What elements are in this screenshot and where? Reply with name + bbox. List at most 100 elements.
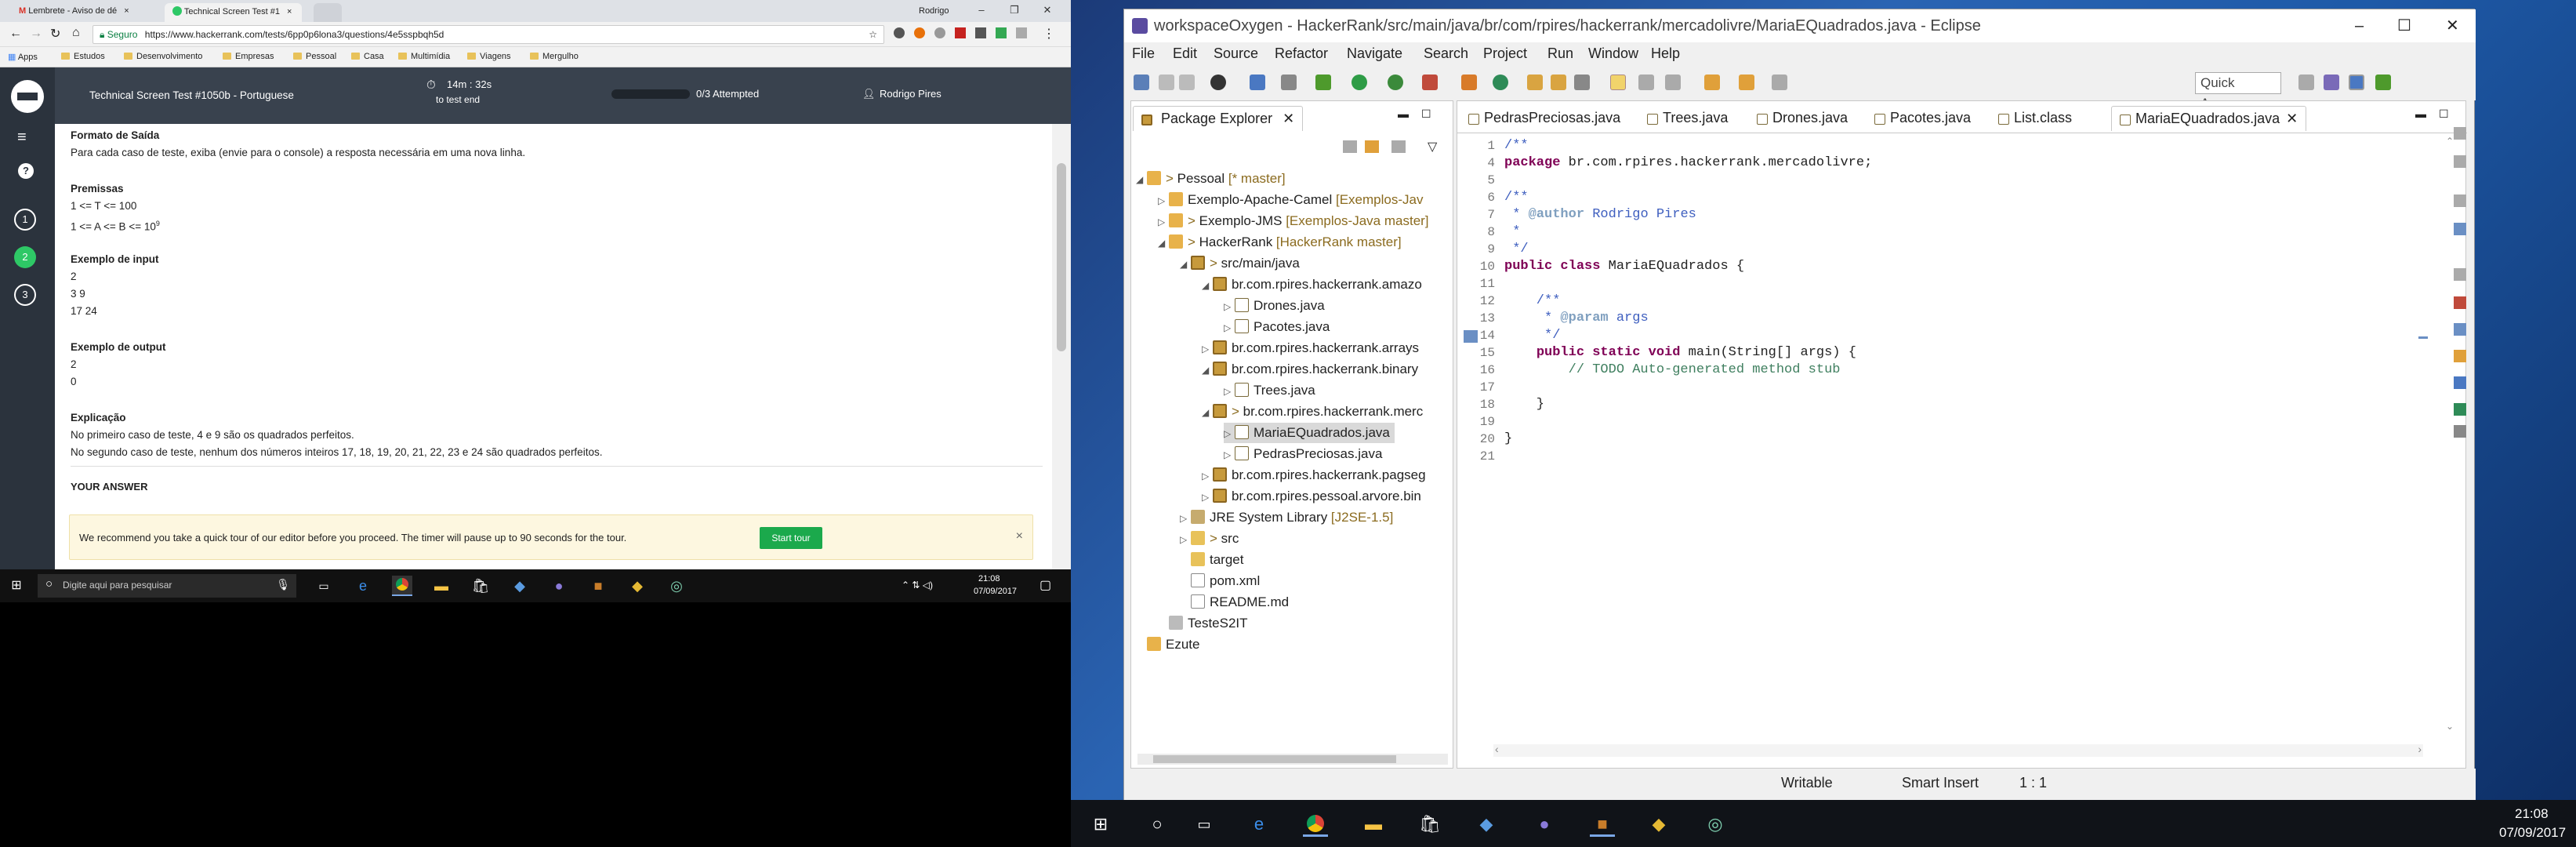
menu-edit[interactable]: Edit: [1173, 45, 1197, 62]
extension-icon[interactable]: [1016, 27, 1027, 38]
close-icon[interactable]: ✕: [2286, 111, 2298, 126]
tree-item[interactable]: ◢ > src/main/java: [1180, 253, 1300, 274]
edge-icon[interactable]: e: [353, 576, 373, 596]
user-name[interactable]: Rodrigo Pires: [880, 88, 942, 100]
question-3-button[interactable]: 3: [14, 284, 36, 306]
task-view-icon[interactable]: ▭: [314, 576, 334, 596]
new-package-icon[interactable]: [1493, 75, 1508, 90]
tree-item[interactable]: ◢ > HackerRank [HackerRank master]: [1158, 232, 1402, 253]
tree-item[interactable]: ◢ br.com.rpires.hackerrank.amazo: [1202, 274, 1422, 295]
tree-item[interactable]: TesteS2IT: [1169, 613, 1248, 634]
scroll-thumb[interactable]: [1057, 163, 1066, 351]
app-icon[interactable]: ◎: [1703, 812, 1728, 837]
editor-tab[interactable]: Drones.java: [1749, 106, 1856, 131]
debug-icon[interactable]: [1315, 75, 1331, 90]
tree-item[interactable]: ▷ br.com.rpires.hackerrank.pagseg: [1202, 465, 1426, 485]
tree-item[interactable]: ▷ Exemplo-Apache-Camel [Exemplos-Jav: [1158, 190, 1423, 210]
tab-technical-screen[interactable]: Technical Screen Test #1 ×: [165, 3, 302, 22]
page-scrollbar[interactable]: [1052, 124, 1071, 573]
store-icon[interactable]: 🛍︎: [470, 576, 491, 596]
tree-item[interactable]: Ezute: [1147, 634, 1199, 655]
save-all-icon[interactable]: [1179, 75, 1195, 90]
app-icon[interactable]: ◆: [1646, 812, 1671, 837]
file-explorer-icon[interactable]: ▬: [431, 576, 452, 596]
editor-tab[interactable]: List.class: [1990, 106, 2080, 131]
tree-item[interactable]: ▷ Pacotes.java: [1224, 317, 1330, 337]
view-icon[interactable]: [2454, 155, 2466, 168]
progress-icon[interactable]: [2454, 403, 2466, 416]
task-view-icon[interactable]: ▭: [1192, 812, 1217, 837]
perspective-icon[interactable]: [2324, 75, 2339, 90]
tree-item[interactable]: ▷ JRE System Library [J2SE-1.5]: [1180, 507, 1393, 528]
mark-occurrences-icon[interactable]: [1610, 75, 1626, 90]
close-icon[interactable]: ×: [1016, 528, 1023, 545]
tree-item[interactable]: ▷ PedrasPreciosas.java: [1224, 444, 1382, 464]
code-line[interactable]: }: [1504, 396, 1544, 413]
expanded-icon[interactable]: ◢: [1180, 254, 1191, 274]
scroll-thumb[interactable]: [1153, 755, 1396, 763]
app-icon[interactable]: ◆: [1474, 812, 1499, 837]
windows-start-icon[interactable]: ⊞: [6, 576, 27, 596]
menu-help[interactable]: Help: [1651, 45, 1680, 62]
collapsed-icon[interactable]: ▷: [1224, 424, 1235, 444]
scroll-left-icon[interactable]: ‹: [1495, 743, 1499, 755]
star-icon[interactable]: ☆: [869, 26, 877, 43]
code-line[interactable]: /**: [1504, 189, 1529, 206]
focus-icon[interactable]: [1391, 140, 1406, 153]
profile-name[interactable]: Rodrigo: [919, 6, 949, 16]
tree-item[interactable]: ▷ br.com.rpires.pessoal.arvore.bin: [1202, 486, 1421, 507]
next-annotation-icon[interactable]: [1665, 75, 1681, 90]
forward-icon[interactable]: →: [30, 27, 42, 41]
menu-file[interactable]: File: [1132, 45, 1155, 62]
debug-perspective-icon[interactable]: [2375, 75, 2391, 90]
close-icon[interactable]: ×: [287, 7, 292, 16]
windows-start-icon[interactable]: ⊞: [1088, 812, 1113, 837]
code-line[interactable]: /**: [1504, 293, 1561, 310]
maximize-icon[interactable]: ❐: [1002, 2, 1027, 19]
collapsed-icon[interactable]: ▷: [1158, 191, 1169, 211]
app-icon[interactable]: ◆: [627, 576, 648, 596]
store-icon[interactable]: 🛍︎: [1417, 812, 1442, 837]
taskbar-search[interactable]: ○ Digite aqui para pesquisar 🎙︎: [38, 574, 296, 598]
menu-navigate[interactable]: Navigate: [1347, 45, 1402, 62]
eclipse-icon[interactable]: ●: [549, 576, 569, 596]
last-edit-icon[interactable]: [1704, 75, 1720, 90]
annotation-icon[interactable]: [1638, 75, 1654, 90]
tray-icons[interactable]: ⌃ ⇅ ◁): [902, 580, 933, 591]
tree-item[interactable]: ◢ > Pessoal [* master]: [1136, 169, 1286, 189]
bookmark-folder[interactable]: Casa: [351, 52, 384, 61]
bookmark-apps[interactable]: ▦ Apps: [8, 52, 38, 62]
tree-item[interactable]: ▷ Drones.java: [1224, 296, 1325, 316]
skip-breakpoints-icon[interactable]: [1281, 75, 1297, 90]
bookmark-folder[interactable]: Pessoal: [293, 52, 336, 61]
bookmark-folder[interactable]: Empresas: [223, 52, 274, 61]
horizontal-scrollbar[interactable]: [1137, 754, 1448, 765]
tab-lembrete[interactable]: M Lembrete - Aviso de dé ×: [11, 3, 148, 22]
code-line[interactable]: /**: [1504, 137, 1529, 154]
code-line[interactable]: */: [1504, 241, 1528, 258]
tree-item[interactable]: ◢ > br.com.rpires.hackerrank.merc: [1202, 402, 1423, 422]
notification-icon[interactable]: ▢: [1039, 577, 1051, 593]
external-tools-icon[interactable]: [1422, 75, 1438, 90]
coverage-icon[interactable]: [1388, 75, 1403, 90]
tree-item[interactable]: ▷ > Exemplo-JMS [Exemplos-Java master]: [1158, 211, 1429, 231]
collapsed-icon[interactable]: ▷: [1202, 466, 1213, 486]
hamburger-icon[interactable]: ≡: [17, 129, 27, 147]
home-icon[interactable]: ⌂: [72, 26, 80, 40]
extension-icon[interactable]: [894, 27, 905, 38]
close-icon[interactable]: ×: [124, 6, 129, 16]
collapsed-icon[interactable]: ▷: [1180, 508, 1191, 529]
code-line[interactable]: public class MariaEQuadrados {: [1504, 258, 1744, 275]
app-icon[interactable]: ◎: [666, 576, 687, 596]
java-perspective-icon[interactable]: [2349, 75, 2364, 90]
maximize-view-icon[interactable]: ☐: [1421, 107, 1431, 121]
tree-item[interactable]: ▷ Trees.java: [1224, 380, 1315, 401]
code-line[interactable]: package br.com.rpires.hackerrank.mercado…: [1504, 154, 1872, 172]
extension-icon[interactable]: [955, 27, 966, 38]
collapse-all-icon[interactable]: [1343, 140, 1357, 153]
forward-icon[interactable]: [1772, 75, 1787, 90]
url-input[interactable]: 🔒︎ Seguro https://www.hackerrank.com/tes…: [93, 25, 884, 44]
menu-refactor[interactable]: Refactor: [1275, 45, 1328, 62]
question-1-button[interactable]: 1: [14, 209, 36, 231]
tree-item[interactable]: pom.xml: [1191, 571, 1260, 591]
